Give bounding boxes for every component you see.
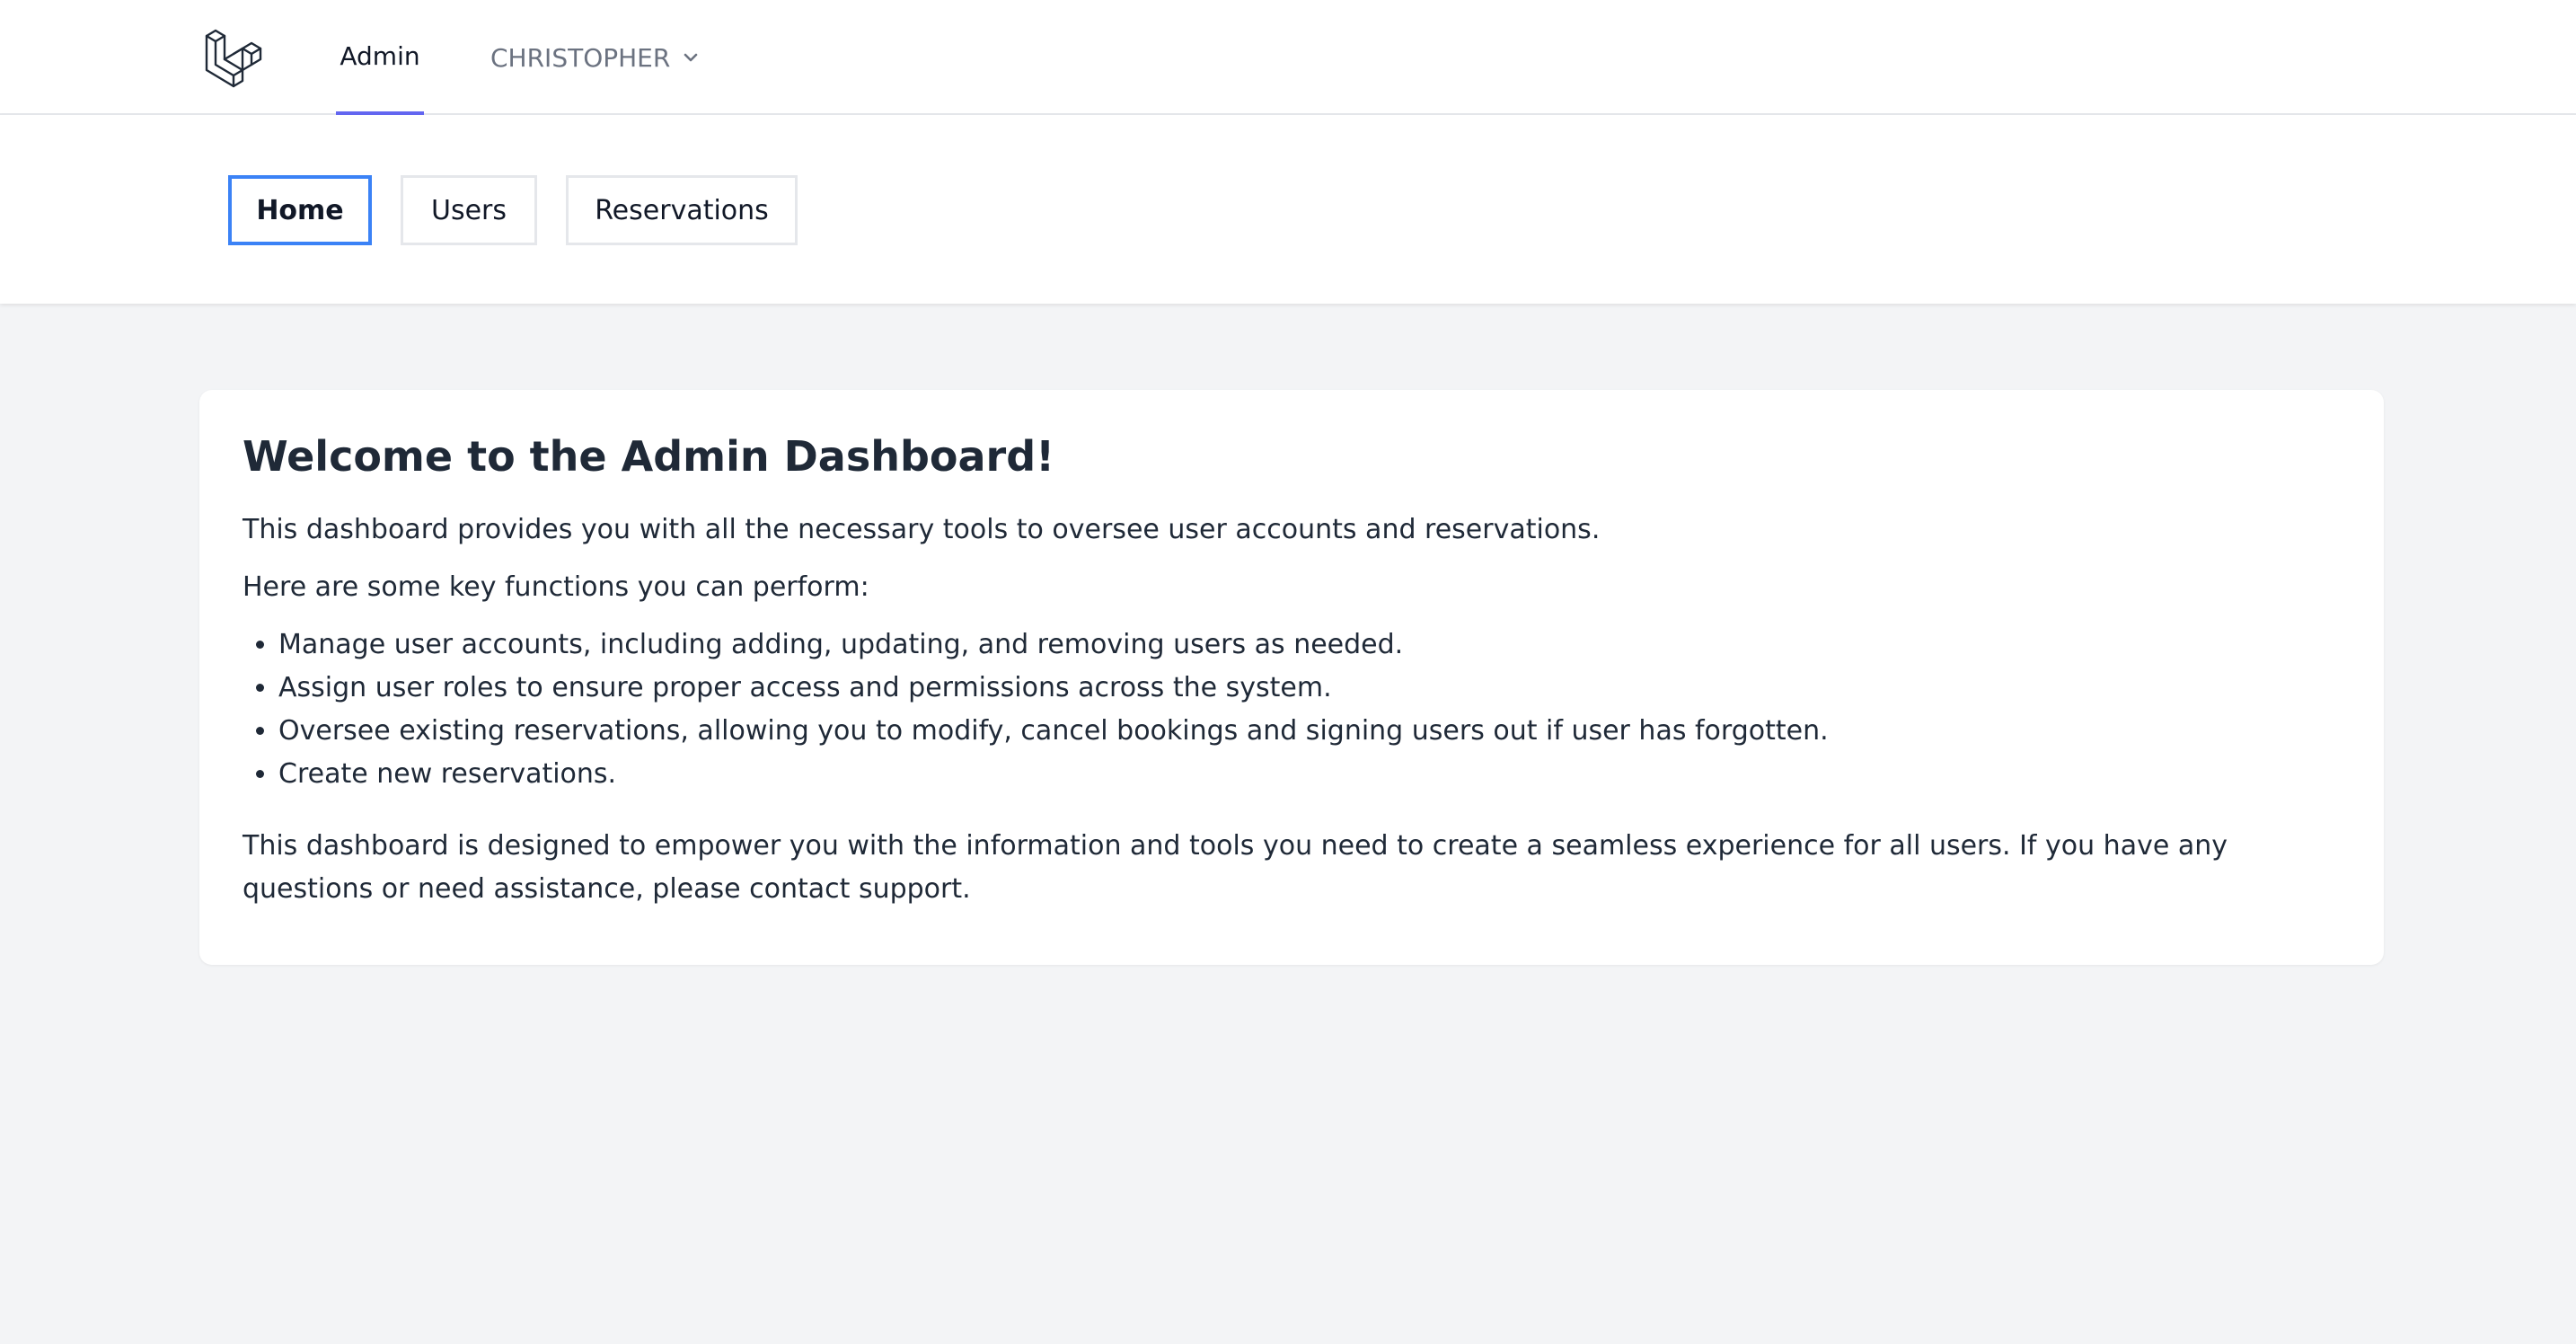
list-item: Assign user roles to ensure proper acces… [278,667,2341,710]
functions-lead: Here are some key functions you can perf… [243,571,869,603]
tab-users[interactable]: Users [401,175,537,245]
page-title: Welcome to the Admin Dashboard! [243,432,1055,481]
chevron-down-icon [683,52,699,63]
tab-home[interactable]: Home [228,175,372,245]
user-name: CHRISTOPHER [490,42,671,73]
section-tabs-bar: Home Users Reservations [0,115,2576,304]
user-dropdown[interactable]: CHRISTOPHER [490,0,699,115]
tab-reservations[interactable]: Reservations [566,175,798,245]
laravel-logo-icon[interactable] [203,27,264,88]
list-item: Oversee existing reservations, allowing … [278,710,2341,753]
intro-text: This dashboard provides you with all the… [243,514,1601,545]
closing-text: This dashboard is designed to empower yo… [243,830,2228,905]
functions-list: Manage user accounts, including adding, … [243,623,2341,796]
top-navigation: Admin CHRISTOPHER [0,0,2576,115]
welcome-card: Welcome to the Admin Dashboard! This das… [199,390,2384,965]
nav-link-admin-label: Admin [340,40,420,71]
list-item: Create new reservations. [278,753,2341,796]
nav-link-admin[interactable]: Admin [336,0,424,115]
list-item: Manage user accounts, including adding, … [278,623,2341,667]
